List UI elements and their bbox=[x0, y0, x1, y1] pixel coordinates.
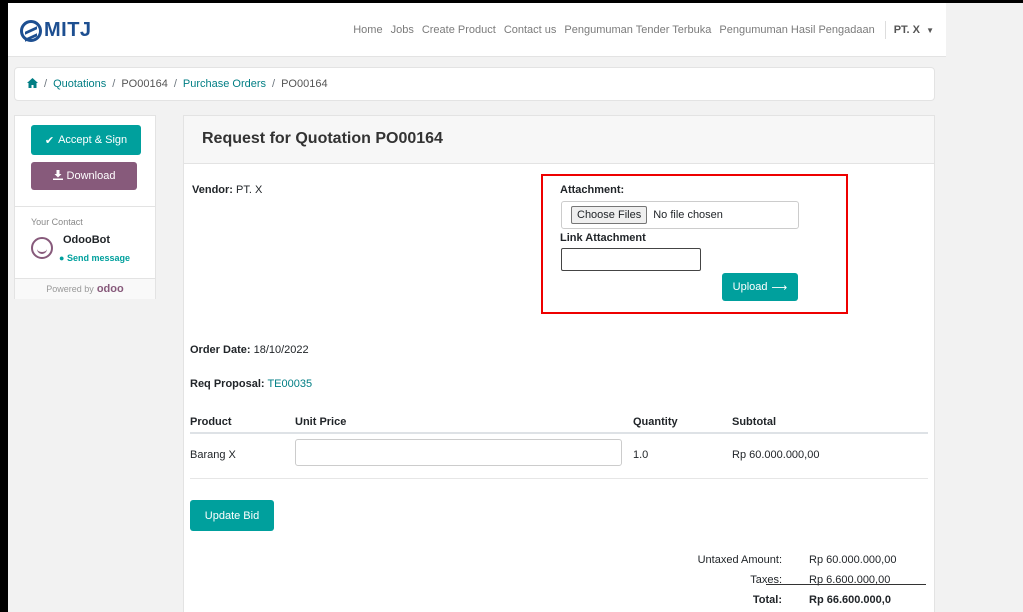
vendor-label: Vendor: bbox=[192, 184, 233, 196]
vendor-info: Vendor: PT. X bbox=[192, 184, 262, 196]
cell-subtotal: Rp 60.000.000,00 bbox=[732, 449, 820, 461]
nav-divider bbox=[884, 21, 886, 39]
window-frame-left bbox=[0, 0, 8, 612]
breadcrumb: / Quotations / PO00164 / Purchase Orders… bbox=[14, 67, 935, 101]
logo-mark-icon bbox=[20, 19, 42, 42]
accept-sign-button[interactable]: ✔ Accept & Sign bbox=[31, 125, 141, 155]
logo-text: MITJ bbox=[44, 19, 92, 41]
update-bid-button[interactable]: Update Bid bbox=[190, 500, 274, 531]
untaxed-amount-value: Rp 60.000.000,00 bbox=[809, 554, 897, 566]
order-date-value: 18/10/2022 bbox=[253, 344, 309, 356]
total-label: Total: bbox=[752, 594, 782, 606]
nav-procurement-results[interactable]: Pengumuman Hasil Pengadaan bbox=[719, 24, 874, 36]
cell-product: Barang X bbox=[190, 449, 236, 461]
home-icon[interactable] bbox=[27, 77, 38, 91]
taxes-label: Taxes: bbox=[750, 574, 782, 586]
powered-by-footer: Powered by odoo bbox=[15, 278, 155, 299]
table-header: Product Unit Price Quantity Subtotal bbox=[190, 414, 928, 434]
column-header-unit-price: Unit Price bbox=[295, 416, 347, 428]
page-title: Request for Quotation PO00164 bbox=[202, 130, 443, 147]
sidebar: ✔ Accept & Sign Download Your Contact Od… bbox=[14, 115, 156, 299]
download-label: Download bbox=[66, 170, 116, 182]
choose-files-button[interactable]: Choose Files bbox=[571, 206, 648, 224]
breadcrumb-current: PO00164 bbox=[281, 78, 328, 90]
user-menu[interactable]: PT. X ▼ bbox=[894, 24, 934, 36]
breadcrumb-po-quotation: PO00164 bbox=[121, 78, 168, 90]
nav-home[interactable]: Home bbox=[353, 24, 382, 36]
req-proposal-label: Req Proposal: bbox=[190, 378, 265, 390]
comment-icon: ● bbox=[59, 253, 65, 263]
total-value: Rp 66.600.000,0 bbox=[809, 594, 891, 606]
column-header-quantity: Quantity bbox=[633, 416, 678, 428]
attachment-label: Attachment: bbox=[560, 184, 625, 196]
avatar bbox=[31, 237, 53, 259]
send-message-label: Send message bbox=[66, 253, 130, 263]
breadcrumb-separator: / bbox=[272, 78, 276, 90]
unit-price-input[interactable] bbox=[295, 439, 622, 466]
breadcrumb-separator: / bbox=[44, 78, 48, 90]
vendor-value: PT. X bbox=[236, 184, 263, 196]
brand-logo[interactable]: MITJ bbox=[20, 19, 92, 42]
send-message-link[interactable]: ● Send message bbox=[59, 253, 130, 263]
table-row: Barang X 1.0 Rp 60.000.000,00 bbox=[190, 436, 928, 474]
sidebar-divider bbox=[15, 206, 155, 207]
req-proposal-link[interactable]: TE00035 bbox=[267, 378, 312, 390]
totals-divider bbox=[766, 584, 926, 585]
nav-create-product[interactable]: Create Product bbox=[422, 24, 496, 36]
link-attachment-label: Link Attachment bbox=[560, 232, 646, 244]
nav-contact-us[interactable]: Contact us bbox=[504, 24, 557, 36]
cell-quantity: 1.0 bbox=[633, 449, 649, 461]
arrow-right-icon: ⟶ bbox=[771, 281, 788, 294]
order-date-label: Order Date: bbox=[190, 344, 251, 356]
download-button[interactable]: Download bbox=[31, 162, 137, 190]
nav-links: Home Jobs Create Product Contact us Peng… bbox=[345, 3, 934, 57]
untaxed-amount-label: Untaxed Amount: bbox=[697, 554, 782, 566]
column-header-subtotal: Subtotal bbox=[732, 416, 776, 428]
user-name: PT. X bbox=[893, 24, 921, 36]
upload-button[interactable]: Upload ⟶ bbox=[722, 273, 798, 301]
navbar-gutter bbox=[946, 3, 1023, 57]
breadcrumb-quotations[interactable]: Quotations bbox=[53, 78, 106, 90]
link-attachment-input[interactable] bbox=[561, 248, 701, 271]
upload-label: Upload bbox=[732, 281, 768, 293]
order-date: Order Date: 18/10/2022 bbox=[190, 344, 309, 356]
accept-sign-label: Accept & Sign bbox=[58, 134, 128, 146]
check-icon: ✔ bbox=[44, 134, 55, 147]
file-status: No file chosen bbox=[653, 209, 723, 221]
row-divider bbox=[190, 478, 928, 479]
breadcrumb-separator: / bbox=[173, 78, 177, 90]
contact-label: Your Contact bbox=[31, 217, 83, 227]
nav-jobs[interactable]: Jobs bbox=[391, 24, 414, 36]
req-proposal: Req Proposal: TE00035 bbox=[190, 378, 312, 390]
top-navbar: MITJ Home Jobs Create Product Contact us… bbox=[8, 3, 946, 57]
file-input[interactable]: Choose Files No file chosen bbox=[561, 201, 799, 229]
attachment-section: Attachment: Choose Files No file chosen … bbox=[541, 174, 848, 314]
odoo-logo[interactable]: odoo bbox=[97, 283, 124, 295]
card-header: Request for Quotation PO00164 bbox=[184, 116, 934, 164]
caret-down-icon: ▼ bbox=[926, 26, 934, 35]
column-header-product: Product bbox=[190, 416, 232, 428]
breadcrumb-purchase-orders[interactable]: Purchase Orders bbox=[183, 78, 266, 90]
update-bid-label: Update Bid bbox=[204, 509, 260, 522]
breadcrumb-separator: / bbox=[112, 78, 116, 90]
nav-tender-announcement[interactable]: Pengumuman Tender Terbuka bbox=[564, 24, 711, 36]
quotation-card: Request for Quotation PO00164 Vendor: PT… bbox=[183, 115, 935, 612]
contact-name: OdooBot bbox=[63, 234, 111, 246]
powered-by-text: Powered by bbox=[46, 284, 94, 294]
download-icon bbox=[52, 169, 63, 183]
